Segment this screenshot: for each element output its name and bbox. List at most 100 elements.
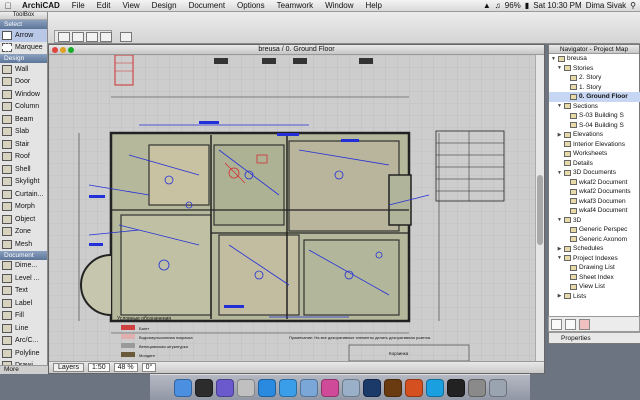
tool-polyline[interactable]: Polyline [0,347,47,360]
system-preferences-icon[interactable] [467,378,486,397]
launchpad-icon[interactable] [236,378,255,397]
menu-archicad[interactable]: ArchiCAD [16,1,66,10]
project-map-item[interactable]: ▼ Stories [549,64,640,74]
arrow-settings-icon[interactable] [120,32,132,42]
disclosure-triangle-icon[interactable]: ▼ [551,56,556,62]
settings-icon[interactable] [565,319,576,330]
tool-text[interactable]: Text [0,285,47,298]
mission-control-icon[interactable] [215,378,234,397]
project-map-item[interactable]: Worksheets [549,149,640,159]
tool-arrow[interactable]: Arrow [0,29,47,42]
disclosure-triangle-icon[interactable]: ▼ [557,65,562,71]
project-map-item[interactable]: ▼ breusa [549,54,640,64]
tool-fill[interactable]: Fill [0,310,47,323]
vertical-scrollbar[interactable] [535,55,544,361]
angle-field[interactable]: 0° [141,363,157,372]
layers-button[interactable]: Layers [53,363,85,372]
menu-file[interactable]: File [66,1,91,10]
disclosure-triangle-icon[interactable]: ▼ [557,217,562,223]
wifi-icon[interactable]: ▲ [483,1,491,10]
terminal-icon[interactable] [446,378,465,397]
project-map-item[interactable]: wkaf2 Document [549,178,640,188]
disclosure-triangle-icon[interactable]: ▶ [557,132,562,138]
tool-door[interactable]: Door [0,76,47,89]
project-map-item[interactable]: Generic Perspec [549,225,640,235]
project-map-item[interactable]: ▶ Schedules [549,244,640,254]
tool-column[interactable]: Column [0,101,47,114]
tool-mesh[interactable]: Mesh [0,238,47,251]
project-map-item[interactable]: View List [549,282,640,292]
project-map-item[interactable]: wkaf2 Documents [549,187,640,197]
select-all-icon[interactable] [58,32,70,42]
project-map-item[interactable]: wkaf3 Documen [549,197,640,207]
project-map-item[interactable]: S-03 Building S [549,111,640,121]
menu-options[interactable]: Options [231,1,271,10]
project-map-item[interactable]: ▼ Sections [549,102,640,112]
tool-arc-circle[interactable]: Arc/C... [0,335,47,348]
project-map-item[interactable]: 1. Story [549,83,640,93]
project-map-item[interactable]: ▼ 3D Documents [549,168,640,178]
project-map-item[interactable]: ▶ Lists [549,292,640,302]
project-map-item[interactable]: Drawing List [549,263,640,273]
project-map-item[interactable]: Sheet Index [549,273,640,283]
project-map-item[interactable]: Details [549,159,640,169]
tool-window[interactable]: Window [0,88,47,101]
menu-window[interactable]: Window [319,1,359,10]
delete-icon[interactable] [579,319,590,330]
disclosure-triangle-icon[interactable]: ▼ [557,103,562,109]
finder-icon[interactable] [173,378,192,397]
user-name[interactable]: Dima Sivak [586,1,626,10]
tool-morph[interactable]: Morph [0,201,47,214]
tool-stair[interactable]: Stair [0,138,47,151]
project-map-item[interactable]: ▶ Elevations [549,130,640,140]
tool-level-dimension[interactable]: Level ... [0,272,47,285]
project-map-item[interactable]: wkaf4 Document [549,206,640,216]
menu-document[interactable]: Document [183,1,231,10]
volume-icon[interactable]: ♫ [495,1,501,10]
project-map-item[interactable]: ▼ Project Indexes [549,254,640,264]
inject-icon[interactable] [100,32,112,42]
zoom-icon[interactable] [68,47,74,53]
zoom-field[interactable]: 48 % [113,363,138,372]
tool-roof[interactable]: Roof [0,151,47,164]
menu-view[interactable]: View [116,1,145,10]
minimize-icon[interactable] [60,47,66,53]
illustrator-icon[interactable] [383,378,402,397]
properties-button[interactable]: Properties [549,332,640,343]
tool-beam[interactable]: Beam [0,113,47,126]
menu-edit[interactable]: Edit [91,1,117,10]
clock[interactable]: Sat 10:30 PM [533,1,581,10]
toolbox-more-button[interactable]: More [0,365,48,374]
select-section-header[interactable]: Select [0,20,47,29]
document-section-header[interactable]: Document [0,250,47,260]
apple-menu-icon[interactable]:  [0,1,16,11]
menu-design[interactable]: Design [146,1,183,10]
app-store-icon[interactable] [257,378,276,397]
new-view-icon[interactable] [551,319,562,330]
disclosure-triangle-icon[interactable]: ▶ [557,293,562,299]
close-icon[interactable] [52,47,58,53]
magic-wand-icon[interactable] [72,32,84,42]
disclosure-triangle-icon[interactable]: ▶ [557,246,562,252]
tool-object[interactable]: Object [0,213,47,226]
mail-icon[interactable] [299,378,318,397]
disclosure-triangle-icon[interactable]: ▼ [557,255,562,261]
tool-curtain-wall[interactable]: Curtain... [0,188,47,201]
photoshop-icon[interactable] [362,378,381,397]
tool-shell[interactable]: Shell [0,163,47,176]
tool-dimension[interactable]: Dime... [0,260,47,273]
battery-percent[interactable]: 96% [505,1,521,10]
trash-icon[interactable] [488,378,507,397]
tool-slab[interactable]: Slab [0,126,47,139]
project-map-item[interactable]: S-04 Building S [549,121,640,131]
project-map-item[interactable]: Generic Axonom [549,235,640,245]
project-map-item[interactable]: Interior Elevations [549,140,640,150]
skype-icon[interactable] [425,378,444,397]
safari-icon[interactable] [278,378,297,397]
spotlight-icon[interactable]: ⚲ [630,1,636,10]
tool-wall[interactable]: Wall [0,63,47,76]
design-section-header[interactable]: Design [0,54,47,63]
itunes-icon[interactable] [320,378,339,397]
scroll-thumb[interactable] [537,175,543,245]
tool-zone[interactable]: Zone [0,226,47,239]
